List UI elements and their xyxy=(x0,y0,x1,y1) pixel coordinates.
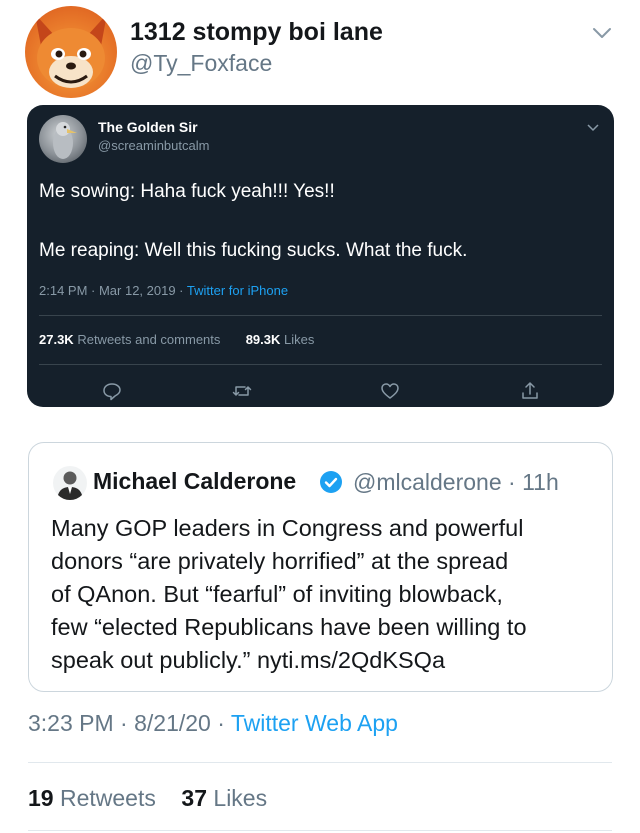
chevron-down-icon[interactable] xyxy=(591,22,613,44)
tweet-text: Many GOP leaders in Congress and powerfu… xyxy=(51,512,611,677)
divider xyxy=(28,762,612,763)
fox-avatar-icon xyxy=(35,14,107,88)
handle: @screaminbutcalm xyxy=(98,138,210,153)
bird-avatar-icon xyxy=(53,122,77,159)
likes-label: Likes xyxy=(213,785,268,811)
tweet-meta: 3:23 PM · 8/21/20 · Twitter Web App xyxy=(28,710,398,737)
handle-and-time: @mlcalderone · 11h xyxy=(353,469,559,495)
tweet-text-line: Me sowing: Haha fuck yeah!!! Yes!! xyxy=(39,181,335,202)
source-link: Twitter for iPhone xyxy=(186,283,289,298)
tweet-stats: 19 Retweets 37 Likes xyxy=(28,785,267,812)
person-avatar-icon xyxy=(57,471,83,500)
divider xyxy=(28,830,612,831)
display-name: The Golden Sir xyxy=(98,119,198,135)
retweet-icon xyxy=(232,381,252,401)
tweet-text-line: Many GOP leaders in Congress and powerfu… xyxy=(51,515,524,541)
tweet-text-line: donors “are privately horrified” at the … xyxy=(51,548,509,574)
tweet-text-line: few “elected Republicans have been willi… xyxy=(51,614,527,640)
retweets-label: Retweets and comments xyxy=(77,332,221,347)
avatar xyxy=(53,466,87,500)
tweet-text-line: speak out publicly.” nyti.ms/2QdKSQa xyxy=(51,647,446,673)
embedded-tweet-screenshot: The Golden Sir @screaminbutcalm Me sowin… xyxy=(27,105,614,407)
avatar xyxy=(39,115,87,163)
likes-count: 89.3K xyxy=(245,332,281,347)
quoted-tweet[interactable]: Michael Calderone @mlcalderone · 11h Man… xyxy=(28,442,613,692)
display-name: Michael Calderone xyxy=(93,468,297,494)
tweet-meta: 2:14 PM · Mar 12, 2019 · Twitter for iPh… xyxy=(39,283,288,298)
tweet-text-line: Me reaping: Well this fucking sucks. Wha… xyxy=(39,240,468,261)
reply-icon xyxy=(102,381,122,401)
retweets-stat[interactable]: 19 Retweets xyxy=(28,785,156,811)
retweets-label: Retweets xyxy=(59,785,156,811)
likes-stat[interactable]: 37 Likes xyxy=(181,785,267,811)
timestamp: 2:14 PM · Mar 12, 2019 · xyxy=(39,283,187,298)
tweet-stats: 27.3K Retweets and comments 89.3K Likes xyxy=(39,332,314,347)
handle[interactable]: @Ty_Foxface xyxy=(130,50,272,77)
retweets-count: 19 xyxy=(28,785,54,811)
retweets-count: 27.3K xyxy=(39,332,74,347)
verified-badge-icon xyxy=(319,470,343,494)
divider xyxy=(39,364,602,365)
share-icon xyxy=(520,381,540,401)
avatar[interactable] xyxy=(25,6,117,98)
tweet-text-line: of QAnon. But “fearful” of inviting blow… xyxy=(51,581,503,607)
divider xyxy=(39,315,602,316)
likes-label: Likes xyxy=(284,332,315,347)
source-link[interactable]: Twitter Web App xyxy=(231,710,398,736)
like-icon xyxy=(380,381,400,401)
display-name[interactable]: 1312 stompy boi lane xyxy=(130,18,383,47)
likes-count: 37 xyxy=(181,785,208,811)
chevron-down-icon xyxy=(586,120,600,134)
timestamp[interactable]: 3:23 PM · 8/21/20 · xyxy=(28,710,231,736)
